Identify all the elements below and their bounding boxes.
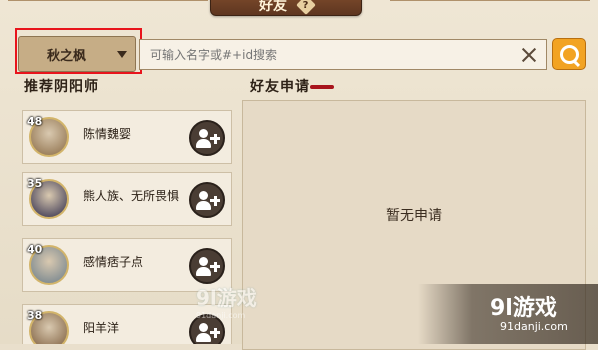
help-diamond-icon[interactable]: ? [296, 0, 316, 15]
watermark-url: 91danji.com [196, 311, 246, 320]
title-ornament-right [390, 0, 590, 15]
list-item[interactable]: 48 陈情魏婴 [22, 110, 232, 164]
watermark-logo: 9l游戏 [196, 286, 257, 310]
avatar[interactable]: 40 [27, 243, 69, 285]
watermark-logo: 9l游戏 [490, 296, 557, 321]
add-friend-button[interactable] [189, 182, 225, 218]
watermark-center: 9l游戏 91danji.com [196, 282, 296, 322]
add-friend-button[interactable] [189, 248, 225, 284]
watermark-corner: 9l游戏 91danji.com [418, 284, 598, 344]
search-button[interactable] [552, 38, 586, 70]
level-badge: 35 [27, 177, 43, 190]
add-user-icon [199, 129, 208, 138]
search-field[interactable] [139, 39, 547, 70]
search-input[interactable] [148, 46, 520, 63]
brush-stroke-decoration [310, 85, 334, 89]
player-name: 陈情魏婴 [83, 127, 132, 141]
add-user-icon [199, 257, 208, 266]
level-badge: 40 [27, 243, 43, 256]
avatar[interactable]: 48 [27, 115, 69, 157]
list-item[interactable]: 35 熊人族、无所畏惧 [22, 172, 232, 226]
player-name: 感情痞子点 [83, 255, 144, 269]
page-title: 好友 [259, 0, 287, 14]
clear-icon[interactable] [520, 46, 538, 64]
empty-state-text: 暂无申请 [386, 208, 442, 224]
player-name: 阳羊洋 [83, 321, 120, 335]
recommend-section-title: 推荐阴阳师 [24, 79, 99, 95]
add-user-icon [199, 191, 208, 200]
avatar[interactable]: 35 [27, 177, 69, 219]
player-name: 熊人族、无所畏惧 [83, 189, 180, 203]
add-user-icon [199, 323, 208, 332]
requests-section-title: 好友申请 [250, 79, 310, 95]
watermark-url: 91danji.com [500, 320, 568, 333]
add-friend-button[interactable] [189, 120, 225, 156]
search-icon [559, 44, 579, 64]
title-ornament-left [8, 0, 208, 15]
avatar[interactable]: 38 [27, 309, 69, 344]
level-badge: 38 [27, 309, 43, 322]
page-title-plate: 好友 ? [210, 0, 362, 16]
highlight-box [15, 28, 142, 74]
level-badge: 48 [27, 115, 43, 128]
